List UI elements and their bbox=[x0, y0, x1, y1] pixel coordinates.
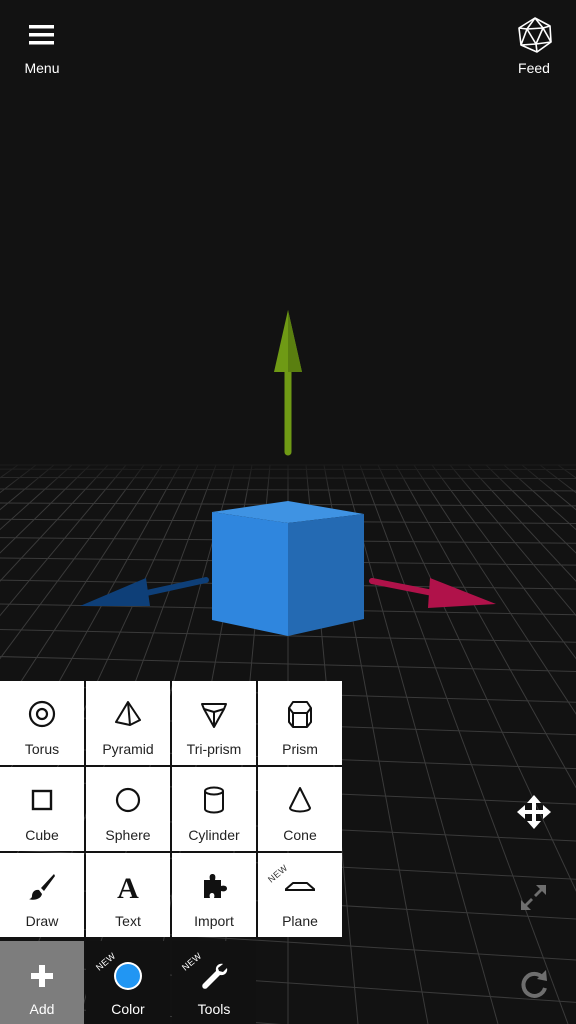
3d-viewport[interactable]: Menu Feed Torus Pyramid Tri-prism Prism … bbox=[0, 0, 576, 1024]
x-axis-arrow[interactable] bbox=[369, 578, 496, 608]
redo-icon[interactable] bbox=[516, 966, 552, 1002]
selected-cube[interactable] bbox=[212, 501, 364, 636]
add-prism-button[interactable]: Prism bbox=[258, 681, 342, 765]
add-cylinder-button[interactable]: Cylinder bbox=[172, 767, 256, 851]
add-pyramid-button[interactable]: Pyramid bbox=[86, 681, 170, 765]
text-label: Text bbox=[115, 913, 141, 929]
plane-label: Plane bbox=[282, 913, 318, 929]
prism-icon bbox=[288, 701, 312, 728]
draw-label: Draw bbox=[25, 913, 59, 929]
pyramid-label: Pyramid bbox=[102, 741, 154, 757]
cone-label: Cone bbox=[283, 827, 317, 843]
icosahedron-icon bbox=[518, 17, 552, 53]
menu-label: Menu bbox=[24, 60, 60, 76]
tri-prism-icon bbox=[201, 703, 227, 728]
cylinder-icon bbox=[204, 786, 224, 814]
cube-icon bbox=[31, 789, 53, 811]
plane-icon bbox=[285, 882, 315, 891]
draw-button[interactable]: Draw bbox=[0, 853, 84, 937]
add-plane-button[interactable]: NEW Plane bbox=[258, 853, 342, 937]
cube-label: Cube bbox=[25, 827, 59, 843]
y-axis-arrow[interactable] bbox=[274, 310, 302, 456]
add-torus-button[interactable]: Torus bbox=[0, 681, 84, 765]
import-label: Import bbox=[194, 913, 234, 929]
add-label: Add bbox=[29, 1001, 55, 1017]
hamburger-icon bbox=[29, 25, 54, 45]
import-button[interactable]: Import bbox=[172, 853, 256, 937]
text-icon: A bbox=[117, 872, 139, 901]
sphere-label: Sphere bbox=[105, 827, 151, 843]
add-cube-button[interactable]: Cube bbox=[0, 767, 84, 851]
add-cone-button[interactable]: Cone bbox=[258, 767, 342, 851]
feed-label: Feed bbox=[518, 60, 550, 76]
scale-icon[interactable] bbox=[516, 880, 552, 916]
color-label: Color bbox=[111, 1001, 145, 1017]
pyramid-icon bbox=[115, 701, 141, 726]
add-sphere-button[interactable]: Sphere bbox=[86, 767, 170, 851]
torus-label: Torus bbox=[24, 741, 60, 757]
color-swatch-icon bbox=[114, 962, 142, 990]
feed-button[interactable]: Feed bbox=[498, 14, 570, 84]
shape-palette: Torus Pyramid Tri-prism Prism Cube Spher… bbox=[0, 681, 344, 939]
wrench-icon bbox=[202, 963, 228, 989]
z-axis-arrow[interactable] bbox=[80, 577, 209, 606]
brush-icon bbox=[29, 874, 55, 900]
tools-label: Tools bbox=[197, 1001, 231, 1017]
color-button[interactable]: NEW Color bbox=[86, 941, 170, 1024]
cone-icon bbox=[289, 787, 311, 813]
torus-icon bbox=[28, 700, 56, 728]
move-icon[interactable] bbox=[516, 794, 552, 830]
text-button[interactable]: A Text bbox=[86, 853, 170, 937]
prism-label: Prism bbox=[282, 741, 318, 757]
sphere-icon bbox=[115, 787, 141, 813]
svg-text:A: A bbox=[117, 872, 139, 901]
add-tri-prism-button[interactable]: Tri-prism bbox=[172, 681, 256, 765]
tri-prism-label: Tri-prism bbox=[186, 741, 242, 757]
add-button[interactable]: Add bbox=[0, 941, 84, 1024]
menu-button[interactable]: Menu bbox=[6, 14, 78, 84]
puzzle-icon bbox=[204, 874, 227, 898]
tools-button[interactable]: NEW Tools bbox=[172, 941, 256, 1024]
plus-icon bbox=[31, 965, 53, 987]
cylinder-label: Cylinder bbox=[188, 827, 240, 843]
